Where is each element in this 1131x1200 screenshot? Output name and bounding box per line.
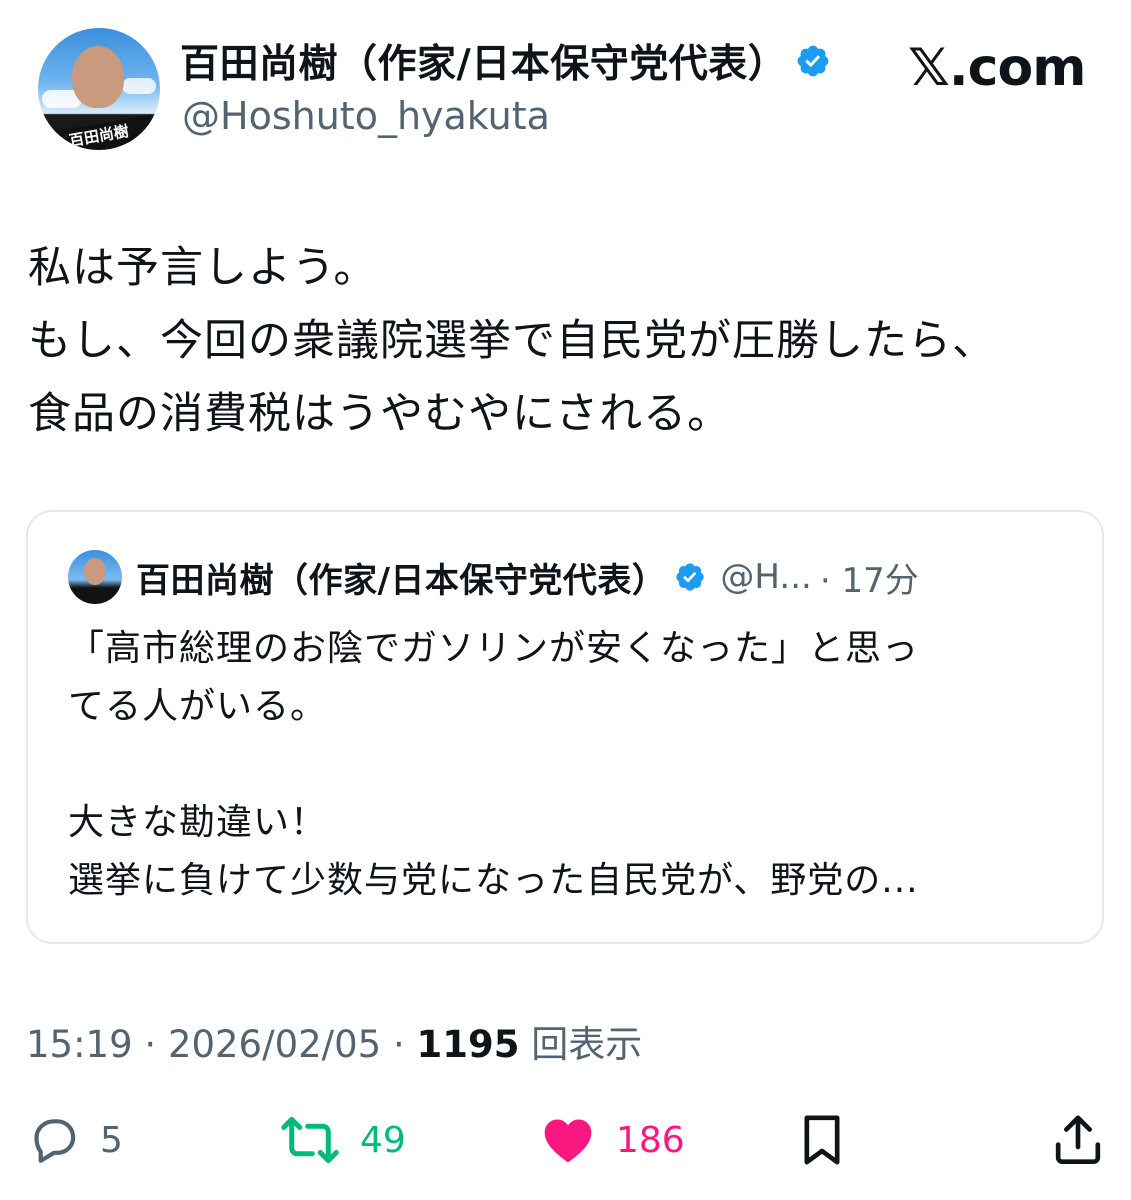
tweet-text: 私は予言しよう。 もし、今回の衆議院選挙で自民党が圧勝したら、 食品の消費税はう…: [28, 232, 1108, 451]
author-handle[interactable]: @Hoshuto_hyakuta: [182, 94, 550, 138]
reply-count: 5: [100, 1119, 123, 1161]
bookmark-icon: [798, 1112, 846, 1168]
quoted-author-name: 百田尚樹（作家/日本保守党代表）: [136, 560, 667, 601]
quoted-line: [68, 736, 1078, 794]
retweet-count: 49: [360, 1119, 406, 1161]
author-name-row[interactable]: 百田尚樹（作家/日本保守党代表）: [180, 33, 831, 89]
quoted-author-row: 百田尚樹（作家/日本保守党代表） @H... · 17分: [136, 552, 919, 602]
share-icon: [1052, 1112, 1104, 1168]
meta-separator: ·: [381, 1023, 417, 1066]
quoted-author-avatar[interactable]: [68, 550, 122, 604]
quoted-tweet-card[interactable]: 百田尚樹（作家/日本保守党代表） @H... · 17分 「高市総理のお陰でガソ…: [26, 510, 1104, 944]
avatar-face: [72, 46, 124, 108]
tweet-line: もし、今回の衆議院選挙で自民党が圧勝したら、: [28, 316, 996, 366]
like-count: 186: [616, 1119, 685, 1161]
avatar-face: [84, 558, 106, 585]
bookmark-button[interactable]: [798, 1110, 846, 1170]
retweet-icon: [278, 1112, 342, 1168]
tweet-date[interactable]: 2026/02/05: [168, 1023, 381, 1066]
like-button[interactable]: 186: [538, 1110, 685, 1170]
quoted-tweet-text: 「高市総理のお陰でガソリンが安くなった」と思っ てる人がいる。 大きな勘違い！ …: [68, 620, 1078, 910]
tweet-meta: 15:19 · 2026/02/05 · 1195 回表示: [26, 1014, 642, 1068]
heart-icon: [538, 1112, 598, 1168]
quoted-line: 「高市総理のお陰でガソリンが安くなった」と思っ: [68, 628, 920, 669]
reply-icon: [26, 1112, 82, 1168]
views-label: 回表示: [531, 1023, 643, 1066]
tweet-line: 食品の消費税はうやむやにされる。: [28, 389, 732, 439]
share-button[interactable]: [1052, 1110, 1104, 1170]
quoted-line: てる人がいる。: [68, 686, 328, 727]
tweet-line: 私は予言しよう。: [28, 243, 378, 293]
views-count: 1195: [416, 1023, 520, 1066]
site-logo: 𝕏.com: [908, 38, 1086, 98]
avatar-signature: 百田尚樹: [42, 114, 156, 150]
meta-separator: ·: [132, 1023, 168, 1066]
quoted-line: 大きな勘違い！: [68, 802, 328, 843]
author-avatar[interactable]: 百田尚樹: [38, 28, 160, 150]
verified-badge-icon: [795, 43, 831, 79]
author-name[interactable]: 百田尚樹（作家/日本保守党代表）: [180, 33, 787, 89]
quoted-handle: @H...: [720, 557, 812, 597]
reply-button[interactable]: 5: [26, 1110, 123, 1170]
avatar-cloud: [122, 78, 156, 94]
retweet-button[interactable]: 49: [278, 1110, 406, 1170]
verified-badge-icon: [674, 561, 706, 593]
tweet-time[interactable]: 15:19: [26, 1023, 133, 1066]
quoted-time: · 17分: [819, 560, 919, 601]
quoted-line: 選挙に負けて少数与党になった自民党が、野党の...: [68, 860, 919, 901]
